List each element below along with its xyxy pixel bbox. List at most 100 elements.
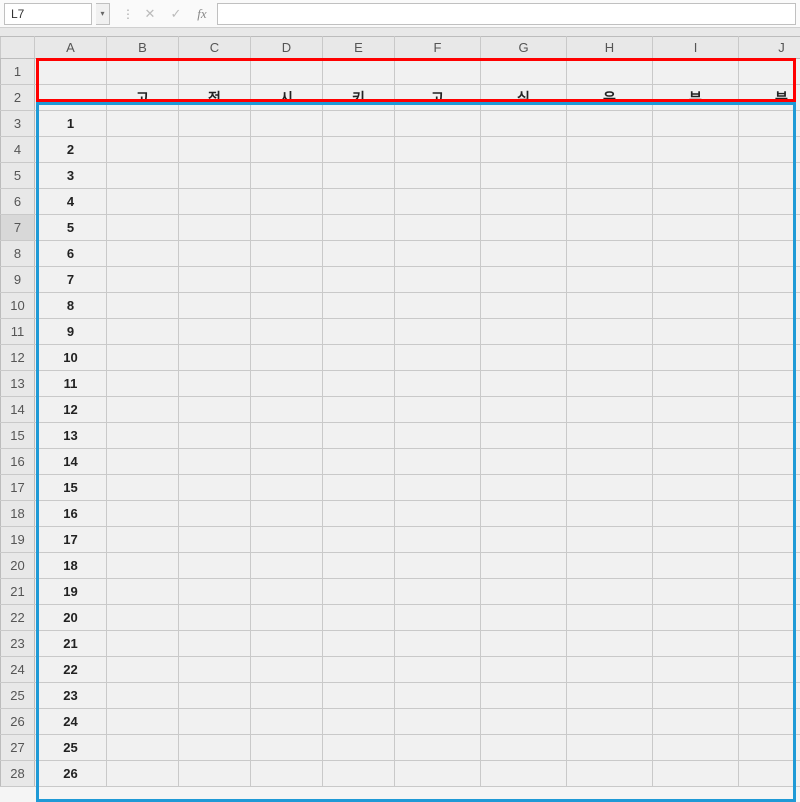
cell[interactable] bbox=[323, 449, 395, 475]
cell[interactable]: 13 bbox=[35, 423, 107, 449]
cell[interactable] bbox=[395, 293, 481, 319]
cell[interactable] bbox=[107, 527, 179, 553]
cancel-icon[interactable]: ✕ bbox=[139, 3, 161, 25]
cell[interactable] bbox=[481, 605, 567, 631]
cell[interactable] bbox=[395, 761, 481, 787]
cell[interactable] bbox=[107, 345, 179, 371]
cell[interactable] bbox=[251, 241, 323, 267]
cell[interactable] bbox=[323, 371, 395, 397]
cell[interactable] bbox=[739, 423, 800, 449]
col-header[interactable]: H bbox=[567, 37, 653, 59]
cell[interactable]: 싶 bbox=[481, 85, 567, 111]
cell[interactable] bbox=[481, 163, 567, 189]
cell[interactable] bbox=[251, 319, 323, 345]
name-box[interactable] bbox=[4, 3, 92, 25]
cell[interactable] bbox=[567, 241, 653, 267]
cell[interactable] bbox=[653, 527, 739, 553]
cell[interactable] bbox=[739, 189, 800, 215]
cell[interactable] bbox=[567, 631, 653, 657]
cell[interactable] bbox=[395, 345, 481, 371]
cell[interactable] bbox=[567, 319, 653, 345]
cell[interactable] bbox=[653, 163, 739, 189]
cell[interactable] bbox=[395, 735, 481, 761]
cell[interactable] bbox=[107, 137, 179, 163]
cell[interactable] bbox=[567, 709, 653, 735]
cell[interactable] bbox=[35, 59, 107, 85]
accept-icon[interactable]: ✓ bbox=[165, 3, 187, 25]
cell[interactable]: 4 bbox=[35, 189, 107, 215]
cell[interactable] bbox=[179, 59, 251, 85]
cell[interactable]: 1 bbox=[35, 111, 107, 137]
cell[interactable]: 23 bbox=[35, 683, 107, 709]
cell[interactable] bbox=[107, 709, 179, 735]
cell[interactable] bbox=[395, 371, 481, 397]
cell[interactable] bbox=[567, 267, 653, 293]
col-header[interactable]: D bbox=[251, 37, 323, 59]
cell[interactable] bbox=[653, 475, 739, 501]
cell[interactable] bbox=[107, 241, 179, 267]
cell[interactable] bbox=[251, 735, 323, 761]
cell[interactable] bbox=[107, 605, 179, 631]
cell[interactable] bbox=[179, 345, 251, 371]
cell[interactable] bbox=[323, 423, 395, 449]
row-header[interactable]: 4 bbox=[1, 137, 35, 163]
cell[interactable] bbox=[179, 189, 251, 215]
cell[interactable] bbox=[481, 449, 567, 475]
col-header[interactable]: G bbox=[481, 37, 567, 59]
cell[interactable] bbox=[481, 579, 567, 605]
cell[interactable] bbox=[567, 215, 653, 241]
cell[interactable] bbox=[567, 683, 653, 709]
cell[interactable]: 21 bbox=[35, 631, 107, 657]
col-header[interactable]: J bbox=[739, 37, 800, 59]
cell[interactable] bbox=[739, 449, 800, 475]
cell[interactable] bbox=[107, 163, 179, 189]
cell[interactable] bbox=[653, 579, 739, 605]
cell[interactable] bbox=[323, 397, 395, 423]
row-header[interactable]: 24 bbox=[1, 657, 35, 683]
cell[interactable] bbox=[653, 371, 739, 397]
cell[interactable] bbox=[653, 241, 739, 267]
cell[interactable] bbox=[395, 553, 481, 579]
cell[interactable] bbox=[251, 475, 323, 501]
cell[interactable] bbox=[251, 423, 323, 449]
cell[interactable] bbox=[653, 683, 739, 709]
cell[interactable] bbox=[481, 397, 567, 423]
cell[interactable] bbox=[323, 267, 395, 293]
cell[interactable] bbox=[323, 761, 395, 787]
cell[interactable] bbox=[395, 189, 481, 215]
cell[interactable] bbox=[107, 423, 179, 449]
cell[interactable] bbox=[251, 215, 323, 241]
cell[interactable] bbox=[395, 631, 481, 657]
cell[interactable] bbox=[251, 397, 323, 423]
row-header[interactable]: 13 bbox=[1, 371, 35, 397]
cell[interactable] bbox=[653, 553, 739, 579]
cell[interactable]: 15 bbox=[35, 475, 107, 501]
cell[interactable] bbox=[251, 267, 323, 293]
row-header[interactable]: 7 bbox=[1, 215, 35, 241]
cell[interactable] bbox=[739, 761, 800, 787]
cell[interactable] bbox=[179, 241, 251, 267]
cell[interactable] bbox=[323, 657, 395, 683]
cell[interactable]: 분 bbox=[739, 85, 800, 111]
cell[interactable] bbox=[653, 59, 739, 85]
cell[interactable] bbox=[481, 709, 567, 735]
row-header[interactable]: 1 bbox=[1, 59, 35, 85]
cell[interactable] bbox=[481, 527, 567, 553]
cell[interactable] bbox=[653, 423, 739, 449]
cell[interactable] bbox=[653, 605, 739, 631]
cell[interactable] bbox=[653, 215, 739, 241]
cell[interactable]: 22 bbox=[35, 657, 107, 683]
row-header[interactable]: 19 bbox=[1, 527, 35, 553]
cell[interactable] bbox=[323, 319, 395, 345]
cell[interactable] bbox=[481, 761, 567, 787]
cell[interactable] bbox=[179, 605, 251, 631]
cell[interactable] bbox=[481, 111, 567, 137]
select-all-corner[interactable] bbox=[1, 37, 35, 59]
cell[interactable] bbox=[739, 475, 800, 501]
cell[interactable] bbox=[323, 189, 395, 215]
cell[interactable] bbox=[567, 735, 653, 761]
cell[interactable] bbox=[481, 631, 567, 657]
cell[interactable] bbox=[323, 215, 395, 241]
cell[interactable] bbox=[251, 449, 323, 475]
row-header[interactable]: 25 bbox=[1, 683, 35, 709]
